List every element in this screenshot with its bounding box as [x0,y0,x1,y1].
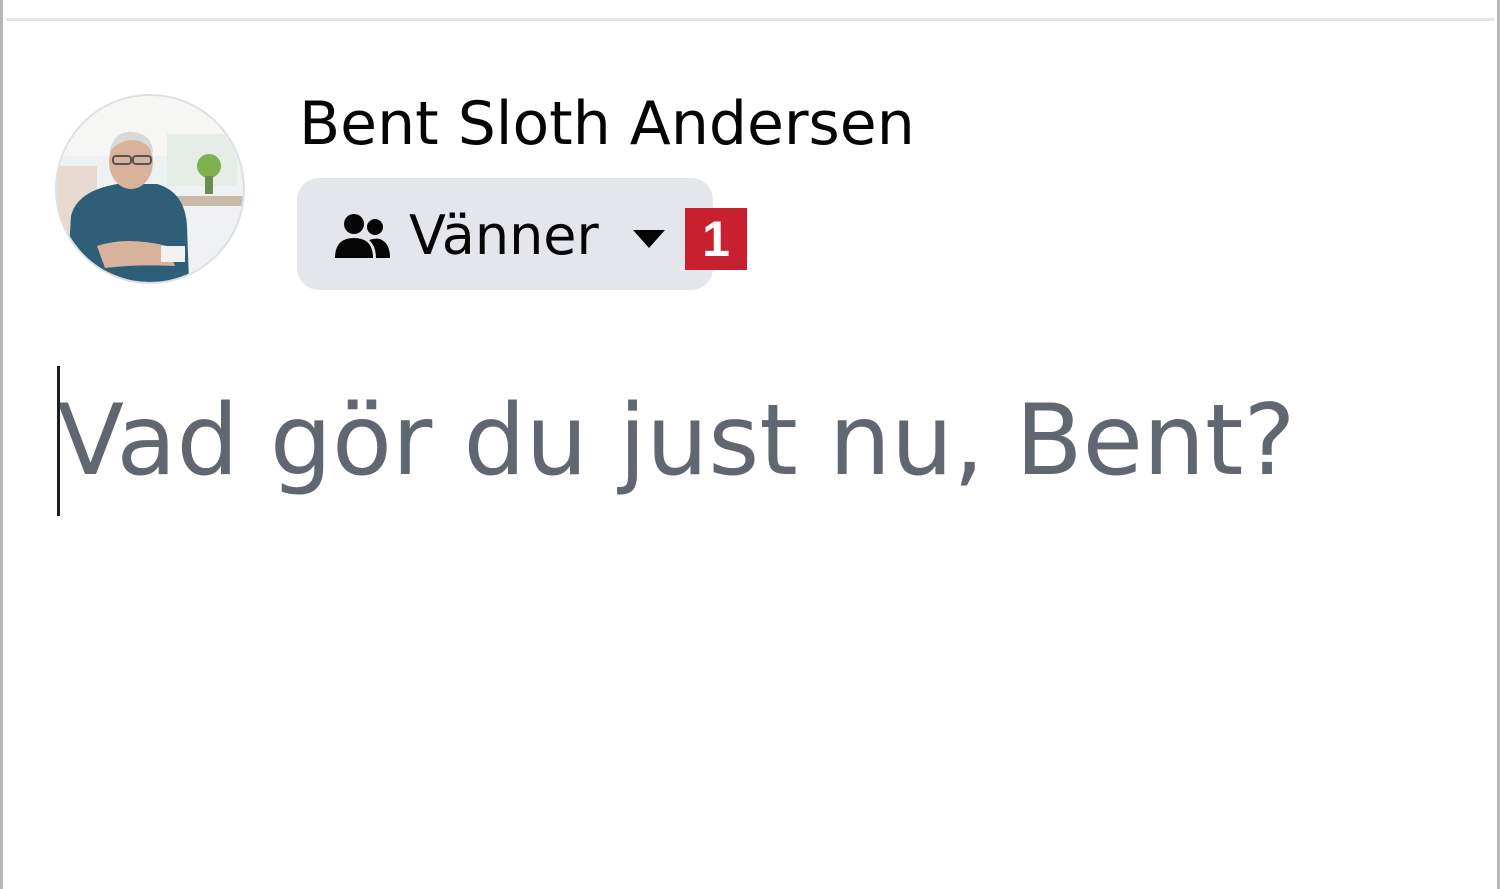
text-cursor [57,366,60,516]
header-divider [6,18,1494,21]
post-text-input[interactable]: Vad gör du just nu, Bent? [57,360,1457,520]
author-name: Bent Sloth Andersen [299,89,915,159]
post-composer-dialog: Bent Sloth Andersen Vänner 1 Vad gör du … [0,0,1500,889]
audience-label: Vänner [409,204,599,267]
friends-icon [335,214,390,258]
avatar[interactable] [55,94,245,284]
avatar-photo [57,96,243,282]
caret-down-icon [633,230,665,248]
audience-selector-button[interactable]: Vänner [297,178,713,290]
step-number-badge: 1 [685,208,747,270]
post-placeholder: Vad gör du just nu, Bent? [57,384,1296,498]
